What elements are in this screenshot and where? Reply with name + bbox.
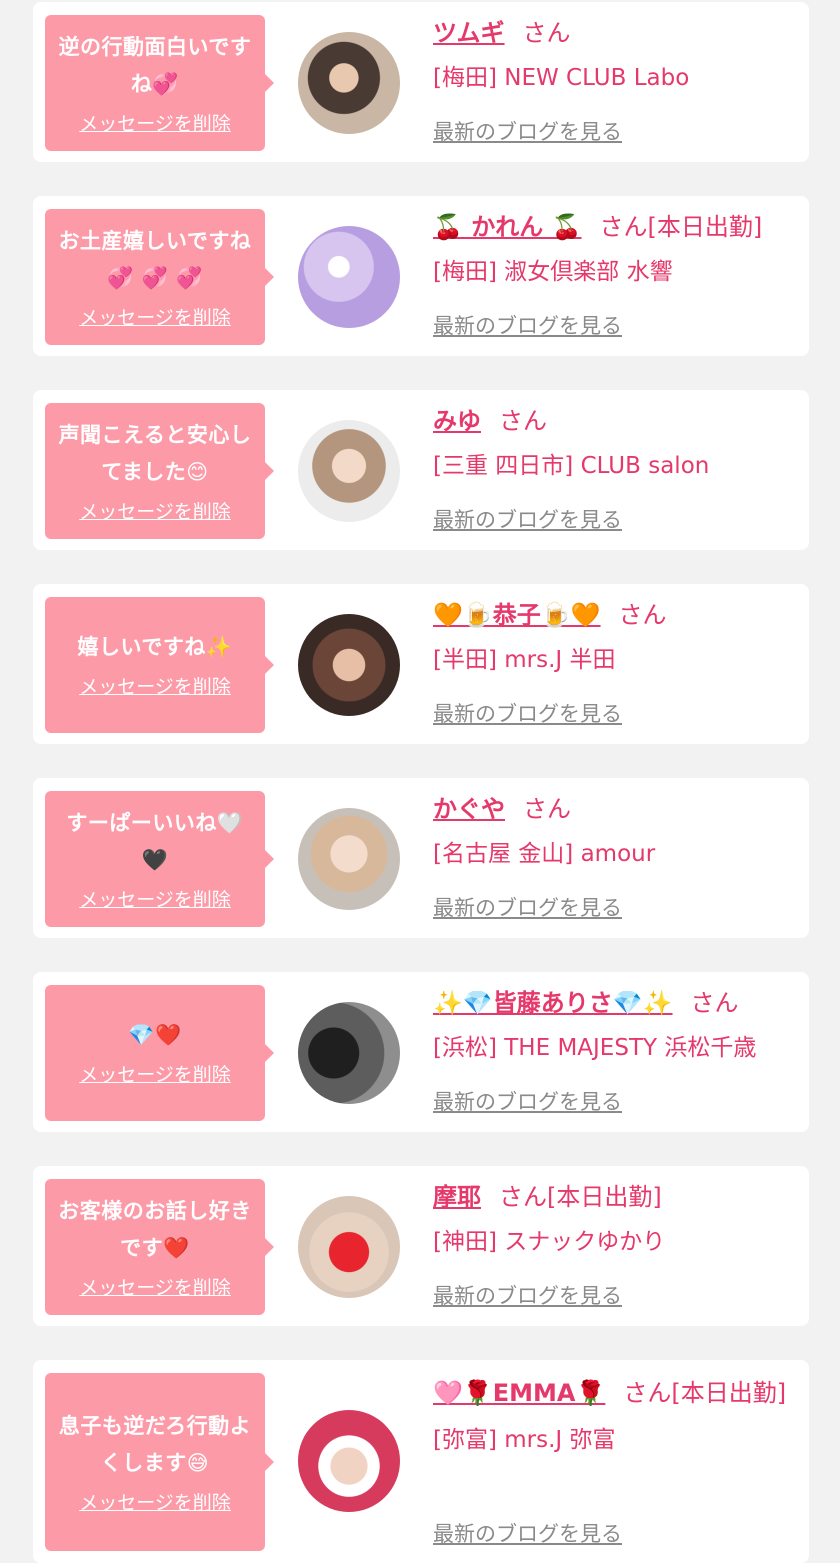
latest-blog-link[interactable]: 最新のブログを見る: [433, 1280, 622, 1310]
list-item: お客様のお話し好きです❤️ メッセージを削除 摩耶 さん[本日出勤] [神田] ス…: [33, 1166, 809, 1326]
shop-name: [名古屋 金山] amour: [433, 841, 656, 867]
message-text: お土産嬉しいですね💞 💞 💞: [58, 228, 252, 290]
message-text: すーぱーいいね🤍🖤: [66, 810, 244, 872]
shop-name: [浜松] THE MAJESTY 浜松千歳: [433, 1035, 757, 1061]
cast-info: ✨💎皆藤ありさ💎✨ さん [浜松] THE MAJESTY 浜松千歳: [433, 972, 793, 1068]
avatar[interactable]: [298, 1196, 400, 1298]
list-item: 嬉しいですね✨ メッセージを削除 🧡🍺恭子🍺🧡 さん [半田] mrs.J 半田 …: [33, 584, 809, 744]
avatar[interactable]: [298, 614, 400, 716]
list-item: 逆の行動面白いですね💞 メッセージを削除 ツムギ さん [梅田] NEW CLUB…: [33, 2, 809, 162]
list-item: お土産嬉しいですね💞 💞 💞 メッセージを削除 🍒 かれん 🍒 さん[本日出勤] …: [33, 196, 809, 356]
name-line: 摩耶 さん[本日出勤]: [433, 1178, 793, 1216]
delete-message-link[interactable]: メッセージを削除: [79, 109, 231, 136]
latest-blog-link[interactable]: 最新のブログを見る: [433, 504, 622, 534]
message-bubble: 声聞こえると安心してました😊 メッセージを削除: [45, 403, 274, 539]
name-line: みゆ さん: [433, 402, 793, 440]
shop-name: [弥富] mrs.J 弥富: [433, 1427, 616, 1453]
shop-name: [三重 四日市] CLUB salon: [433, 453, 710, 479]
cast-info: みゆ さん [三重 四日市] CLUB salon: [433, 390, 793, 486]
latest-blog-link[interactable]: 最新のブログを見る: [433, 698, 622, 728]
message-text: 声聞こえると安心してました😊: [58, 422, 252, 484]
cast-name-link[interactable]: 🍒 かれん 🍒: [433, 213, 581, 241]
delete-message-link[interactable]: メッセージを削除: [79, 1273, 231, 1300]
cast-name-link[interactable]: ツムギ: [433, 19, 505, 47]
avatar[interactable]: [298, 32, 400, 134]
honorific: さん[本日出勤]: [599, 213, 763, 241]
name-line: かぐや さん: [433, 790, 793, 828]
delete-message-link[interactable]: メッセージを削除: [79, 497, 231, 524]
honorific: さん: [523, 795, 571, 823]
message-text: 逆の行動面白いですね💞: [58, 34, 252, 96]
honorific: さん[本日出勤]: [623, 1379, 787, 1407]
latest-blog-link[interactable]: 最新のブログを見る: [433, 1518, 622, 1548]
name-line: ツムギ さん: [433, 14, 793, 52]
cast-info: 🍒 かれん 🍒 さん[本日出勤] [梅田] 淑女倶楽部 水響: [433, 196, 793, 292]
avatar[interactable]: [298, 226, 400, 328]
message-text: お客様のお話し好きです❤️: [58, 1198, 252, 1260]
avatar[interactable]: [298, 1002, 400, 1104]
name-line: ✨💎皆藤ありさ💎✨ さん: [433, 984, 793, 1022]
cast-name-link[interactable]: ✨💎皆藤ありさ💎✨: [433, 989, 673, 1017]
honorific: さん: [690, 989, 739, 1017]
cast-info: 摩耶 さん[本日出勤] [神田] スナックゆかり: [433, 1166, 793, 1262]
message-bubble: 嬉しいですね✨ メッセージを削除: [45, 597, 274, 733]
honorific: さん: [499, 407, 547, 435]
latest-blog-link[interactable]: 最新のブログを見る: [433, 892, 622, 922]
cast-name-link[interactable]: 摩耶: [433, 1183, 481, 1211]
latest-blog-link[interactable]: 最新のブログを見る: [433, 116, 622, 146]
list-item: 息子も逆だろ行動よくします😅 メッセージを削除 🩷🌹EMMA🌹 さん[本日出勤] …: [33, 1360, 809, 1563]
delete-message-link[interactable]: メッセージを削除: [79, 672, 231, 699]
message-text: 息子も逆だろ行動よくします😅: [58, 1413, 252, 1475]
message-bubble: 逆の行動面白いですね💞 メッセージを削除: [45, 15, 274, 151]
message-bubble: すーぱーいいね🤍🖤 メッセージを削除: [45, 791, 274, 927]
cast-info: ツムギ さん [梅田] NEW CLUB Labo: [433, 2, 793, 98]
cast-info: かぐや さん [名古屋 金山] amour: [433, 778, 793, 874]
message-bubble: 息子も逆だろ行動よくします😅 メッセージを削除: [45, 1373, 274, 1551]
delete-message-link[interactable]: メッセージを削除: [79, 303, 231, 330]
honorific: さん: [522, 19, 571, 47]
honorific: さん[本日出勤]: [499, 1183, 662, 1211]
shop-name: [神田] スナックゆかり: [433, 1229, 666, 1255]
message-text: 嬉しいですね✨: [77, 635, 233, 659]
delete-message-link[interactable]: メッセージを削除: [79, 885, 231, 912]
list-item: 💎❤️ メッセージを削除 ✨💎皆藤ありさ💎✨ さん [浜松] THE MAJEST…: [33, 972, 809, 1132]
shop-name: [梅田] NEW CLUB Labo: [433, 65, 690, 91]
name-line: 🍒 かれん 🍒 さん[本日出勤]: [433, 208, 793, 246]
cast-name-link[interactable]: 🩷🌹EMMA🌹: [433, 1379, 605, 1407]
latest-blog-link[interactable]: 最新のブログを見る: [433, 1086, 622, 1116]
message-text: 💎❤️: [128, 1023, 182, 1047]
cast-name-link[interactable]: みゆ: [433, 407, 481, 435]
name-line: 🩷🌹EMMA🌹 さん[本日出勤]: [433, 1372, 793, 1414]
message-bubble: お土産嬉しいですね💞 💞 💞 メッセージを削除: [45, 209, 274, 345]
avatar[interactable]: [298, 420, 400, 522]
cast-name-link[interactable]: 🧡🍺恭子🍺🧡: [433, 601, 601, 629]
name-line: 🧡🍺恭子🍺🧡 さん: [433, 596, 793, 634]
shop-name: [梅田] 淑女倶楽部 水響: [433, 259, 673, 285]
avatar[interactable]: [298, 1410, 400, 1512]
latest-blog-link[interactable]: 最新のブログを見る: [433, 310, 622, 340]
cast-name-link[interactable]: かぐや: [433, 795, 505, 823]
message-bubble: お客様のお話し好きです❤️ メッセージを削除: [45, 1179, 274, 1315]
cast-info: 🧡🍺恭子🍺🧡 さん [半田] mrs.J 半田: [433, 584, 793, 680]
message-bubble: 💎❤️ メッセージを削除: [45, 985, 274, 1121]
shop-name: [半田] mrs.J 半田: [433, 647, 616, 673]
delete-message-link[interactable]: メッセージを削除: [79, 1488, 231, 1515]
delete-message-link[interactable]: メッセージを削除: [79, 1060, 231, 1087]
message-list: 逆の行動面白いですね💞 メッセージを削除 ツムギ さん [梅田] NEW CLUB…: [0, 0, 840, 1563]
list-item: すーぱーいいね🤍🖤 メッセージを削除 かぐや さん [名古屋 金山] amour …: [33, 778, 809, 938]
cast-info: 🩷🌹EMMA🌹 さん[本日出勤] [弥富] mrs.J 弥富: [433, 1360, 793, 1460]
honorific: さん: [618, 601, 667, 629]
avatar[interactable]: [298, 808, 400, 910]
list-item: 声聞こえると安心してました😊 メッセージを削除 みゆ さん [三重 四日市] CL…: [33, 390, 809, 550]
